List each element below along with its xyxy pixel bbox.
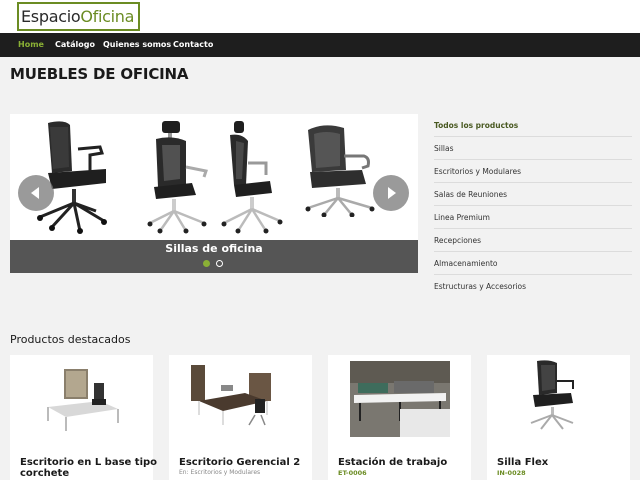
- sidebar-item-sillas[interactable]: Sillas: [434, 144, 632, 153]
- chevron-left-icon: [31, 187, 39, 199]
- sidebar-item-recepciones[interactable]: Recepciones: [434, 236, 632, 245]
- logo[interactable]: EspacioOficina: [17, 2, 140, 31]
- product-name[interactable]: Silla Flex: [497, 457, 637, 468]
- sidebar-divider: [434, 159, 632, 160]
- slider-dot-1[interactable]: [203, 260, 210, 267]
- product-card[interactable]: Escritorio en L base tipo corchete: [10, 355, 157, 480]
- product-card[interactable]: Estación de trabajo ET-0006: [328, 355, 471, 480]
- slider-caption-bar: Sillas de oficina: [10, 240, 418, 273]
- sidebar-divider: [434, 205, 632, 206]
- chair-leather-image: [305, 125, 375, 217]
- slider-prev-button[interactable]: [18, 175, 54, 211]
- product-card[interactable]: Escritorio Gerencial 2 En: Escritorios y…: [169, 355, 312, 480]
- sidebar-divider: [434, 136, 632, 137]
- logo-text-part1: Espacio: [21, 7, 81, 26]
- product-code[interactable]: IN-0028: [497, 469, 526, 477]
- image-slider[interactable]: Sillas de oficina: [10, 114, 418, 273]
- product-image: [40, 361, 125, 436]
- sidebar-item-almacenamiento[interactable]: Almacenamiento: [434, 259, 632, 268]
- product-code[interactable]: ET-0006: [338, 469, 367, 477]
- product-image: [527, 359, 577, 431]
- sidebar-divider: [434, 182, 632, 183]
- main-nav: Home Catálogo Quienes somos Contacto: [0, 33, 640, 57]
- featured-title: Productos destacados: [10, 333, 131, 346]
- chair-side-view-image: [221, 121, 283, 234]
- sidebar-item-salas[interactable]: Salas de Reuniones: [434, 190, 632, 199]
- chair-headrest-image: [147, 121, 208, 234]
- chevron-right-icon: [388, 187, 396, 199]
- nav-item-catalogo[interactable]: Catálogo: [55, 33, 95, 57]
- product-image: [189, 359, 275, 441]
- product-name[interactable]: Escritorio Gerencial 2: [179, 457, 319, 468]
- logo-text-part2: Oficina: [80, 7, 135, 26]
- sidebar-item-escritorios[interactable]: Escritorios y Modulares: [434, 167, 632, 176]
- slider-next-button[interactable]: [373, 175, 409, 211]
- sidebar-divider: [434, 274, 632, 275]
- sidebar-item-premium[interactable]: Linea Premium: [434, 213, 632, 222]
- page-title: MUEBLES DE OFICINA: [10, 65, 189, 83]
- sidebar-divider: [434, 251, 632, 252]
- sidebar-divider: [434, 228, 632, 229]
- product-card[interactable]: Silla Flex IN-0028: [487, 355, 630, 480]
- product-name[interactable]: Escritorio en L base tipo corchete: [20, 457, 160, 479]
- nav-item-quienes-somos[interactable]: Quienes somos: [103, 33, 171, 57]
- slider-dot-2[interactable]: [216, 260, 223, 267]
- header: EspacioOficina: [0, 0, 640, 33]
- product-image: [350, 361, 450, 437]
- nav-item-contacto[interactable]: Contacto: [173, 33, 213, 57]
- product-category[interactable]: En: Escritorios y Modulares: [179, 469, 260, 476]
- nav-item-home[interactable]: Home: [18, 33, 44, 57]
- slider-caption: Sillas de oficina: [165, 242, 263, 255]
- sidebar-item-estructuras[interactable]: Estructuras y Accesorios: [434, 282, 632, 291]
- product-name[interactable]: Estación de trabajo: [338, 457, 478, 468]
- sidebar-item-todos[interactable]: Todos los productos: [434, 121, 632, 130]
